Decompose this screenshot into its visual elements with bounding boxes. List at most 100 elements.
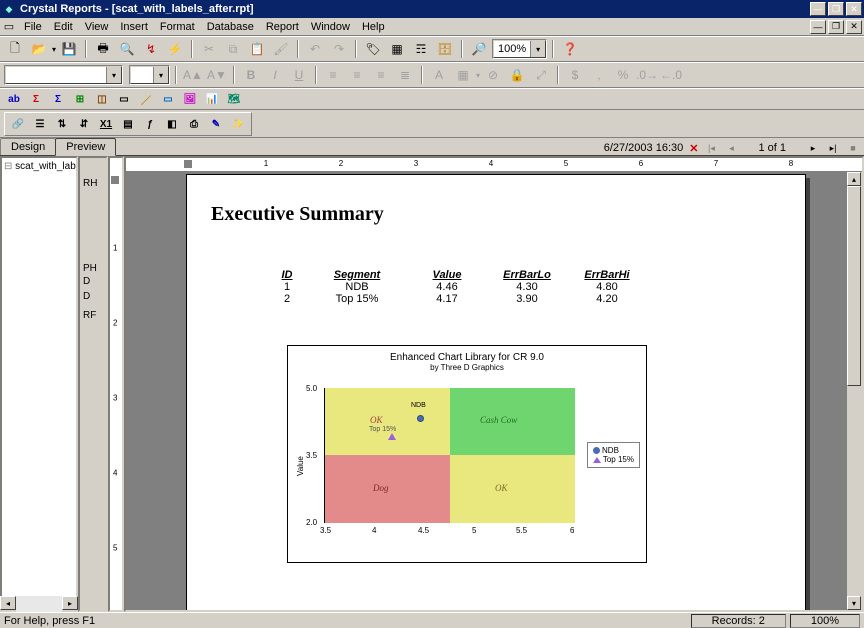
lock-size-button[interactable]: ⤢ xyxy=(530,64,552,86)
field-explorer-button[interactable]: ▦ xyxy=(386,38,408,60)
tree-root-item[interactable]: scat_with_label xyxy=(4,160,74,173)
insert-text-button[interactable]: ab xyxy=(4,89,24,109)
lock-format-button[interactable]: 🔒 xyxy=(506,64,528,86)
align-center-button[interactable]: ≡ xyxy=(346,64,368,86)
group-tree[interactable]: scat_with_label xyxy=(0,156,78,612)
font-combo[interactable]: ▾ xyxy=(4,65,123,85)
menu-edit[interactable]: Edit xyxy=(48,19,79,35)
format-expert-button[interactable]: ✎ xyxy=(206,114,226,134)
scroll-thumb[interactable] xyxy=(847,186,861,386)
maximize-button[interactable]: ❐ xyxy=(828,2,844,16)
section-rf[interactable]: RF xyxy=(83,310,96,321)
help-button[interactable]: ❓ xyxy=(559,38,581,60)
redo-button[interactable]: ↷ xyxy=(328,38,350,60)
menu-format[interactable]: Format xyxy=(154,19,201,35)
prev-page-button[interactable]: ◂ xyxy=(724,141,738,155)
scroll-up-button[interactable]: ▴ xyxy=(847,172,861,186)
increase-decimals-button[interactable]: .0→ xyxy=(636,64,658,86)
decrease-font-button[interactable]: A▼ xyxy=(206,64,228,86)
paste-button[interactable]: 📋 xyxy=(246,38,268,60)
olap-expert-button[interactable]: ◧ xyxy=(162,114,182,134)
report-explorer-button[interactable]: ☶ xyxy=(410,38,432,60)
undo-button[interactable]: ↶ xyxy=(304,38,326,60)
align-left-button[interactable]: ≡ xyxy=(322,64,344,86)
currency-button[interactable]: $ xyxy=(564,64,586,86)
save-button[interactable]: 💾 xyxy=(58,38,80,60)
highlighting-expert-button[interactable]: ✨ xyxy=(228,114,248,134)
menu-help[interactable]: Help xyxy=(356,19,391,35)
cut-button[interactable]: ✂ xyxy=(198,38,220,60)
open-dropdown[interactable]: ▾ xyxy=(52,45,56,54)
fontsize-value[interactable] xyxy=(131,67,153,83)
align-right-button[interactable]: ≡ xyxy=(370,64,392,86)
copy-button[interactable]: ⧉ xyxy=(222,38,244,60)
increase-font-button[interactable]: A▲ xyxy=(182,64,204,86)
insert-summary-button[interactable]: Σ xyxy=(26,89,46,109)
zoom-value[interactable]: 100% xyxy=(494,41,530,57)
group-expert-button[interactable]: ☰ xyxy=(30,114,50,134)
page-scroll[interactable]: Executive Summary ID Segment Value ErrBa… xyxy=(126,172,862,610)
insert-group-button[interactable]: Σ xyxy=(48,89,68,109)
first-page-button[interactable]: |◂ xyxy=(704,141,718,155)
section-d2[interactable]: D xyxy=(83,291,90,302)
section-expert-button[interactable]: ▤ xyxy=(118,114,138,134)
insert-map-button[interactable]: 🗺 xyxy=(224,89,244,109)
print-button[interactable]: 🖶 xyxy=(92,38,114,60)
group-tree-button[interactable]: 🏷 xyxy=(362,38,384,60)
decrease-decimals-button[interactable]: ←.0 xyxy=(660,64,682,86)
template-expert-button[interactable]: ⎙ xyxy=(184,114,204,134)
tab-design[interactable]: Design xyxy=(0,138,56,155)
insert-box-button[interactable]: ▭ xyxy=(158,89,178,109)
open-button[interactable]: 📂 xyxy=(28,38,50,60)
select-expert-button[interactable]: X1 xyxy=(96,114,116,134)
insert-crosstab-button[interactable]: ⊞ xyxy=(70,89,90,109)
group-sort-expert-button[interactable]: ⇅ xyxy=(52,114,72,134)
section-rh[interactable]: RH xyxy=(83,178,97,189)
insert-subreport-button[interactable]: ▭ xyxy=(114,89,134,109)
insert-picture-button[interactable]: 🖼 xyxy=(180,89,200,109)
database-expert-button[interactable]: 🔗 xyxy=(8,114,28,134)
print-preview-button[interactable]: 🔍 xyxy=(116,38,138,60)
next-page-button[interactable]: ▸ xyxy=(806,141,820,155)
formula-workshop-button[interactable]: ƒ xyxy=(140,114,160,134)
chevron-down-icon[interactable]: ▾ xyxy=(106,67,121,83)
section-ph[interactable]: PH xyxy=(83,263,97,274)
export-button[interactable]: ↯ xyxy=(140,38,162,60)
minimize-button[interactable]: — xyxy=(810,2,826,16)
zoom-combo[interactable]: 100% ▾ xyxy=(492,39,547,59)
zoom-dropdown-arrow[interactable]: ▾ xyxy=(530,41,545,57)
record-sort-expert-button[interactable]: ⇵ xyxy=(74,114,94,134)
insert-chart-button[interactable]: 📊 xyxy=(202,89,222,109)
doc-minimize-button[interactable]: — xyxy=(810,20,826,34)
stop-button[interactable]: ■ xyxy=(846,141,860,155)
thousands-button[interactable]: , xyxy=(588,64,610,86)
insert-line-button[interactable]: ／ xyxy=(136,89,156,109)
font-color-button[interactable]: A xyxy=(428,64,450,86)
scroll-down-button[interactable]: ▾ xyxy=(847,596,861,610)
repository-button[interactable]: 🗄 xyxy=(434,38,456,60)
scroll-left-button[interactable]: ◂ xyxy=(0,596,16,610)
refresh-button[interactable]: ⚡ xyxy=(164,38,186,60)
format-painter-button[interactable]: 🖌 xyxy=(270,38,292,60)
scroll-right-button[interactable]: ▸ xyxy=(62,596,78,610)
insert-olap-button[interactable]: ◫ xyxy=(92,89,112,109)
outside-borders-button[interactable]: ▦ xyxy=(452,64,474,86)
last-page-button[interactable]: ▸| xyxy=(826,141,840,155)
menu-database[interactable]: Database xyxy=(201,19,260,35)
percent-button[interactable]: % xyxy=(612,64,634,86)
menu-window[interactable]: Window xyxy=(305,19,356,35)
chevron-down-icon[interactable]: ▾ xyxy=(153,67,168,83)
doc-close-button[interactable]: ✕ xyxy=(846,20,862,34)
underline-button[interactable]: U xyxy=(288,64,310,86)
section-d1[interactable]: D xyxy=(83,276,90,287)
menu-insert[interactable]: Insert xyxy=(114,19,154,35)
find-button[interactable]: 🔎 xyxy=(468,38,490,60)
close-preview-button[interactable]: ✕ xyxy=(689,142,698,155)
italic-button[interactable]: I xyxy=(264,64,286,86)
menu-view[interactable]: View xyxy=(79,19,115,35)
document-icon[interactable]: ▭ xyxy=(2,20,16,34)
doc-restore-button[interactable]: ❐ xyxy=(828,20,844,34)
chart-object[interactable]: Enhanced Chart Library for CR 9.0 by Thr… xyxy=(287,345,647,563)
close-button[interactable]: ✕ xyxy=(846,2,862,16)
page-vertical-scrollbar[interactable]: ▴ ▾ xyxy=(846,172,862,610)
